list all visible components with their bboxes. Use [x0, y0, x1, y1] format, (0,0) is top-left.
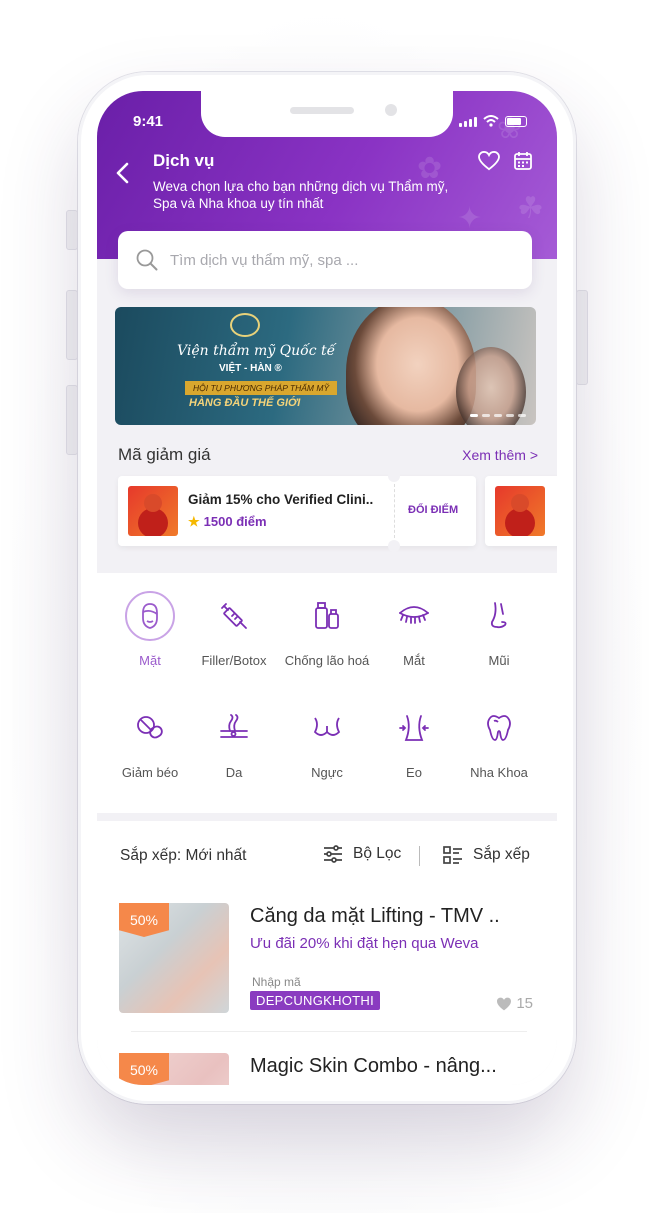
search-bar[interactable]	[118, 231, 532, 289]
filter-sliders-icon	[324, 845, 342, 863]
coupon-notch	[388, 470, 400, 482]
volume-down-button	[66, 385, 78, 455]
pill-icon	[125, 703, 175, 753]
coupon-card-partial[interactable]	[485, 476, 557, 546]
face-icon	[125, 591, 175, 641]
service-promo: Ưu đãi 20% khi đặt hẹn qua Weva	[250, 935, 479, 952]
coupon-card[interactable]: Giảm 15% cho Verified Clini.. ★ 1500 điểm…	[118, 470, 476, 552]
promo-banner[interactable]: Viện thẩm mỹ Quốc tế VIỆT - HÀN ® HỘI TỤ…	[115, 307, 536, 425]
mute-switch	[66, 210, 78, 250]
discount-badge: 50%	[119, 903, 169, 937]
heart-icon	[497, 997, 512, 1010]
coupon-title: Giảm 15% cho Verified Clini..	[188, 492, 374, 507]
speaker	[290, 107, 354, 114]
search-input[interactable]	[170, 251, 500, 269]
filter-label: Bộ Lọc	[353, 845, 402, 862]
stage: ✿ ❀ ✦ ☘ 9:41 Dịch vụ Weva chọn lựa cho b…	[0, 0, 649, 1213]
page-subtitle: Weva chọn lựa cho bạn những dịch vụ Thẩm…	[153, 179, 449, 211]
see-more-link[interactable]: Xem thêm >	[462, 447, 538, 463]
banner-line-4: HÀNG ĐẦU THẾ GIỚI	[189, 397, 301, 409]
service-name: Căng da mặt Lifting - TMV ..	[250, 905, 500, 927]
signal-icon	[459, 117, 477, 127]
discount-badge: 50%	[119, 1053, 169, 1085]
front-camera	[385, 104, 397, 116]
category-skin[interactable]: Da	[188, 703, 280, 781]
promo-code-label: Nhập mã	[252, 975, 301, 989]
waist-icon	[389, 703, 439, 753]
volume-up-button	[66, 290, 78, 360]
category-face[interactable]: Mặt	[104, 591, 196, 669]
category-grid: Mặt Filler/Botox Chống lão hoá Mắt Mũi G…	[97, 573, 557, 813]
coupon-points: ★ 1500 điểm	[188, 514, 267, 529]
tooth-icon	[474, 703, 524, 753]
like-count[interactable]: 15	[496, 995, 533, 1012]
heart-icon[interactable]	[478, 151, 500, 171]
sort-button[interactable]: Sắp xếp	[443, 845, 530, 865]
coupon-section-header: Mã giảm giá Xem thêm >	[118, 445, 538, 465]
banner-line-1: Viện thẩm mỹ Quốc tế	[177, 343, 336, 359]
category-slimming[interactable]: Giảm béo	[104, 703, 196, 781]
category-filler-botox[interactable]: Filler/Botox	[188, 591, 280, 669]
carousel-dots	[470, 414, 526, 417]
carousel-dot[interactable]	[494, 414, 502, 417]
phone-notch	[201, 91, 453, 137]
coupon-section-title: Mã giảm giá	[118, 445, 211, 464]
category-dental[interactable]: Nha Khoa	[453, 703, 545, 781]
wifi-icon	[483, 115, 499, 127]
star-icon: ★	[188, 514, 200, 529]
carousel-dot[interactable]	[518, 414, 526, 417]
service-name: Magic Skin Combo - nâng...	[250, 1055, 497, 1077]
back-chevron-icon[interactable]	[115, 161, 131, 185]
carousel-dot[interactable]	[482, 414, 490, 417]
skin-icon	[209, 703, 259, 753]
coupon-notch	[388, 540, 400, 552]
promo-code: DEPCUNGKHOTHI	[250, 991, 381, 1010]
nose-icon	[474, 591, 524, 641]
category-anti-aging[interactable]: Chống lão hoá	[281, 591, 373, 669]
list-divider	[131, 1031, 527, 1032]
banner-model-image	[346, 307, 476, 425]
carousel-dot[interactable]	[506, 414, 514, 417]
power-button	[576, 290, 588, 385]
search-icon	[136, 249, 158, 271]
eye-icon	[389, 591, 439, 641]
redeem-button[interactable]: ĐỔI ĐIỂM	[408, 504, 458, 516]
calendar-icon[interactable]	[513, 151, 533, 171]
category-breast[interactable]: Ngực	[281, 703, 373, 781]
bra-icon	[302, 703, 352, 753]
sort-button-label: Sắp xếp	[473, 846, 530, 863]
clinic-logo-icon	[230, 313, 260, 337]
category-waist[interactable]: Eo	[368, 703, 460, 781]
banner-line-3: HỘI TỤ PHƯƠNG PHÁP THẨM MỸ	[185, 381, 338, 395]
sort-list-icon	[443, 846, 462, 864]
banner-line-2: VIỆT - HÀN ®	[219, 363, 282, 374]
category-nose[interactable]: Mũi	[453, 591, 545, 669]
app-screen: ✿ ❀ ✦ ☘ 9:41 Dịch vụ Weva chọn lựa cho b…	[97, 91, 557, 1085]
coupon-divider	[394, 484, 395, 538]
toolbar-divider	[419, 846, 420, 866]
category-eye[interactable]: Mắt	[368, 591, 460, 669]
syringe-icon	[209, 591, 259, 641]
battery-icon	[505, 116, 527, 127]
status-time: 9:41	[133, 113, 164, 130]
cosmetics-icon	[302, 591, 352, 641]
coupon-thumbnail	[128, 486, 178, 536]
filter-button[interactable]: Bộ Lọc	[323, 845, 401, 863]
status-icons	[459, 115, 527, 127]
carousel-dot[interactable]	[470, 414, 478, 417]
coupon-thumbnail	[495, 486, 545, 536]
decor-icon: ☘	[517, 192, 544, 225]
sort-label: Sắp xếp: Mới nhất	[120, 847, 247, 864]
page-title: Dịch vụ	[153, 151, 215, 170]
